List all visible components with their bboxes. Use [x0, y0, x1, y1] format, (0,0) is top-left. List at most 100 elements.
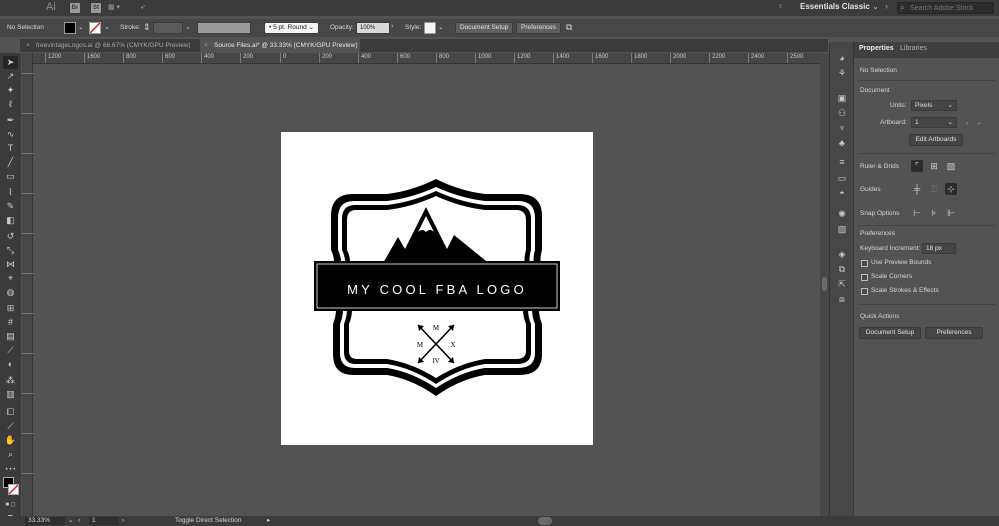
artboards-panel-icon[interactable]: ⧉ — [836, 263, 848, 275]
selection-tool-icon[interactable]: ➤ — [3, 56, 18, 69]
brush-definition-dropdown[interactable]: • 5 pt. Round ⌄ — [264, 22, 319, 34]
arrange-panel-icon[interactable]: ⧉ — [566, 22, 572, 33]
arrange-documents-icon[interactable]: ▦ ▾ — [108, 3, 120, 13]
close-tab-icon[interactable]: × — [26, 39, 30, 52]
variable-width-profile[interactable] — [197, 22, 251, 34]
fill-dropdown-icon[interactable]: ⌄ — [78, 23, 84, 31]
rotate-tool-icon[interactable]: ↺ — [3, 230, 18, 243]
curvature-tool-icon[interactable]: ∿ — [3, 128, 18, 141]
pen-tool-icon[interactable]: ✒ — [3, 114, 18, 127]
search-dropdown-icon[interactable]: › — [885, 1, 888, 11]
image-trace-icon[interactable]: ▣ — [836, 92, 848, 104]
keyboard-increment-input[interactable]: 18 px — [922, 243, 956, 254]
canvas[interactable]: MY COOL FBA LOGO M M X IV — [33, 64, 820, 516]
vertical-scrollbar[interactable] — [820, 53, 829, 516]
graphic-styles-icon[interactable]: ▨ — [836, 223, 848, 235]
mesh-tool-icon[interactable]: # — [3, 316, 18, 329]
document-setup-button[interactable]: Document Setup — [455, 22, 514, 34]
close-tab-icon[interactable]: × — [204, 39, 208, 52]
style-dropdown-icon[interactable]: ⌄ — [438, 23, 444, 31]
tab-freevintage-logos[interactable]: × freevintageLogos.ai @ 66.67% (CMYK/GPU… — [22, 39, 198, 52]
show-grid-icon[interactable]: ⊞ — [928, 160, 940, 172]
snap-to-point-icon[interactable]: ⊢ — [911, 207, 923, 219]
stock-search-field[interactable]: ⌕ — [897, 2, 994, 14]
drawing-modes-icon[interactable]: ■ ◻ ◩ — [3, 499, 18, 521]
brushes-icon[interactable]: ♆ — [836, 122, 848, 134]
tab-properties[interactable]: Properties — [859, 45, 894, 52]
status-menu-icon[interactable]: ▸ — [267, 517, 270, 525]
opacity-input[interactable]: 100% — [356, 22, 390, 34]
swatches-icon[interactable]: ⚘ — [836, 67, 848, 79]
previous-artboard-arrow-icon[interactable]: ◂ — [965, 119, 968, 127]
workspace-switcher[interactable]: Essentials Classic ⌄ — [800, 2, 879, 11]
bridge-button[interactable]: Br — [70, 3, 80, 13]
gpu-performance-icon[interactable]: ➶ — [140, 3, 146, 13]
gradient-tool-icon[interactable]: ▤ — [3, 330, 18, 343]
preferences-button[interactable]: Preferences — [516, 22, 562, 34]
tab-source-files[interactable]: × Source Files.ai* @ 33.33% (CMYK/GPU Pr… — [200, 39, 360, 52]
stroke-panel-icon[interactable]: ≡ — [836, 156, 848, 168]
vertical-ruler[interactable] — [22, 53, 33, 516]
horizontal-scroll-thumb[interactable] — [538, 517, 552, 525]
artboard-number-field[interactable]: 1 — [89, 517, 119, 525]
quick-preferences-button[interactable]: Preferences — [925, 327, 983, 339]
appearance-panel-icon[interactable]: ✺ — [836, 208, 848, 220]
links-icon[interactable]: ⚇ — [836, 107, 848, 119]
color-guide-icon[interactable]: ◕ — [836, 52, 848, 64]
show-rulers-icon[interactable]: ⌜ — [911, 160, 923, 172]
lock-guides-icon[interactable]: ⚿ — [928, 183, 940, 195]
next-artboard-arrow-icon[interactable]: ▸ — [978, 119, 981, 127]
type-tool-icon[interactable]: T — [3, 142, 18, 155]
snap-to-pixel-icon[interactable]: ⊩ — [945, 207, 957, 219]
zoom-dropdown-icon[interactable]: ⌄ — [68, 517, 73, 525]
next-artboard-icon[interactable]: › — [122, 517, 124, 525]
rectangle-tool-icon[interactable]: ▭ — [3, 170, 18, 183]
fill-swatch[interactable] — [64, 22, 76, 34]
artboard-tool-icon[interactable]: ⧠ — [3, 406, 18, 419]
scale-tool-icon[interactable]: ⤡ — [3, 244, 18, 257]
zoom-tool-icon[interactable]: ⌕ — [3, 448, 18, 461]
shaper-tool-icon[interactable]: ✎ — [3, 200, 18, 213]
stroke-swatch[interactable] — [89, 22, 101, 34]
scale-strokes-checkbox[interactable] — [861, 288, 868, 295]
transparency-panel-icon[interactable]: ◓ — [836, 187, 848, 199]
lasso-tool-icon[interactable]: ℓ — [3, 98, 18, 111]
edit-artboards-button[interactable]: Edit Artboards — [909, 134, 963, 146]
stock-button[interactable]: St — [91, 3, 101, 13]
tab-libraries[interactable]: Libraries — [900, 45, 927, 52]
opacity-label[interactable]: Opacity: — [330, 24, 354, 31]
stroke-weight-dropdown-icon[interactable]: ⌄ — [185, 23, 191, 31]
width-tool-icon[interactable]: ⋈ — [3, 258, 18, 271]
line-tool-icon[interactable]: ╱ — [3, 156, 18, 169]
units-dropdown[interactable]: Pixels ⌄ — [911, 100, 957, 111]
stroke-weight-stepper-icon[interactable]: ⇕ — [143, 22, 151, 33]
artboard[interactable]: MY COOL FBA LOGO M M X IV — [281, 132, 593, 445]
use-preview-bounds-checkbox[interactable] — [861, 260, 868, 267]
stroke-weight-input[interactable] — [153, 22, 183, 34]
layers-panel-icon[interactable]: ◈ — [836, 248, 848, 260]
eyedropper-tool-icon[interactable]: ⟋ — [3, 344, 18, 357]
paintbrush-tool-icon[interactable]: ⌇ — [3, 186, 18, 199]
opacity-dropdown-icon[interactable]: › — [391, 23, 393, 30]
show-guides-icon[interactable]: ╪ — [911, 183, 923, 195]
free-transform-tool-icon[interactable]: ⌖ — [3, 272, 18, 285]
stroke-dropdown-icon[interactable]: ⌄ — [104, 23, 110, 31]
blend-tool-icon[interactable]: ◐ — [3, 358, 18, 371]
symbols-icon[interactable]: ♣ — [836, 137, 848, 149]
artboard-dropdown[interactable]: 1 ⌄ — [911, 117, 957, 128]
scrollbar-thumb[interactable] — [822, 277, 827, 291]
discover-lightbulb-icon[interactable]: ♀ — [777, 1, 784, 11]
zoom-level-field[interactable]: 33.33% — [25, 517, 65, 525]
quick-document-setup-button[interactable]: Document Setup — [859, 327, 921, 339]
column-graph-tool-icon[interactable]: ▥ — [3, 388, 18, 401]
stock-search-input[interactable] — [910, 4, 992, 13]
shape-builder-tool-icon[interactable]: ◍ — [3, 286, 18, 299]
magic-wand-tool-icon[interactable]: ✦ — [3, 84, 18, 97]
transparency-grid-icon[interactable]: ▨ — [945, 160, 957, 172]
direct-selection-tool-icon[interactable]: ↗ — [3, 70, 18, 83]
perspective-grid-tool-icon[interactable]: ⊞ — [3, 302, 18, 315]
smart-guides-icon[interactable]: ⊹ — [945, 183, 957, 195]
export-panel-icon[interactable]: ⇱ — [836, 278, 848, 290]
edit-toolbar-icon[interactable]: • • • — [3, 464, 18, 477]
horizontal-ruler[interactable]: 1200 1600 800 600 400 200 0 200 400 600 … — [33, 53, 820, 64]
